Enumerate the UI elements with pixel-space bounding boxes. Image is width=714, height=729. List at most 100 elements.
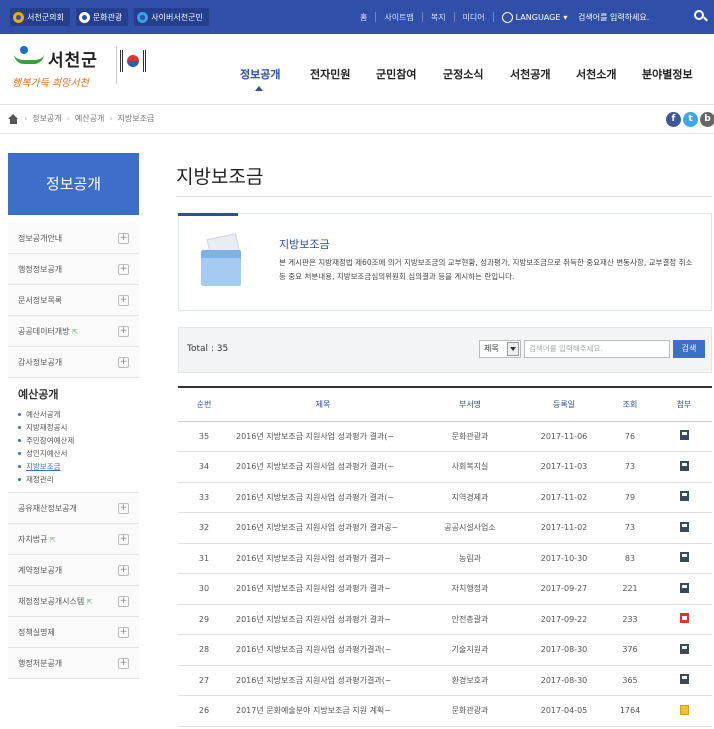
table-row[interactable]: 31 2016년 지방보조금 지원사업 성과평가 결과~ 농림과 2017-10-30… bbox=[178, 543, 712, 574]
row-title-link[interactable]: 2016년 지방보조금 지원사업 성과평가 결과(~ bbox=[230, 451, 416, 483]
table-row[interactable]: 29 2016년 지방보조금 지원사업 성과평가 결과~ 안전총괄과 2017-09-… bbox=[178, 604, 712, 635]
sidebar-subitem[interactable]: 예산서공개 bbox=[18, 408, 139, 421]
table-row[interactable]: 32 2016년 지방보조금 지원사업 성과평가 결과공~ 공공시설사업소 2017-… bbox=[178, 512, 712, 544]
sidebar-item[interactable]: 행정정보공개 + bbox=[8, 254, 139, 285]
gnb-disclosure[interactable]: 서천공개 bbox=[510, 66, 550, 82]
hwp-file-icon[interactable] bbox=[679, 521, 689, 532]
accent-bar bbox=[178, 213, 238, 216]
plus-icon[interactable]: + bbox=[118, 503, 129, 514]
pdf-file-icon[interactable] bbox=[679, 613, 689, 624]
sidebar-subitem[interactable]: 지방재정공시 bbox=[18, 421, 139, 434]
sidebar-item[interactable]: 공유재산정보공개 + bbox=[8, 493, 139, 524]
hwp-file-icon[interactable] bbox=[679, 460, 689, 471]
plus-icon[interactable]: + bbox=[118, 264, 129, 275]
twitter-icon[interactable]: t bbox=[683, 112, 698, 127]
hwp-file-icon[interactable] bbox=[679, 552, 689, 563]
gnb-about[interactable]: 서천소개 bbox=[576, 66, 616, 82]
home-icon[interactable] bbox=[8, 113, 19, 124]
sidebar-subitem-active[interactable]: 지방보조금 bbox=[18, 460, 139, 473]
welfare-link[interactable]: 복지 bbox=[431, 12, 446, 23]
table-header-row: 순번 제목 부서명 등록일 조회 첨부 bbox=[178, 386, 712, 422]
row-title-link[interactable]: 2016년 지방보조금 지원사업 성과평가 결과~ bbox=[230, 543, 416, 574]
blog-icon[interactable]: b bbox=[700, 112, 714, 127]
col-header-date: 등록일 bbox=[524, 386, 604, 422]
gnb-civil-service[interactable]: 전자민원 bbox=[310, 66, 350, 82]
sidebar-group-title[interactable]: 예산공개 bbox=[18, 386, 139, 402]
row-date: 2017-08-30 bbox=[524, 634, 604, 666]
facebook-icon[interactable]: f bbox=[666, 112, 681, 127]
plus-icon[interactable]: + bbox=[118, 233, 129, 244]
sidebar-item[interactable]: 정보공개안내 + bbox=[8, 223, 139, 254]
sidebar-subitem[interactable]: 주민참여예산제 bbox=[18, 434, 139, 447]
plus-icon[interactable]: + bbox=[118, 534, 129, 545]
council-label: 서천군의회 bbox=[27, 12, 64, 22]
row-views: 233 bbox=[604, 604, 656, 635]
board-search-bar: Total : 35 제목 검색어를 입력해주세요. 검색 bbox=[178, 327, 712, 373]
top-search-input[interactable]: 검색어를 입력하세요. bbox=[578, 8, 678, 26]
search-icon[interactable] bbox=[694, 10, 708, 23]
row-title-link[interactable]: 2016년 지방보조금 지원사업 성과평가결과(~ bbox=[230, 665, 416, 696]
search-field-select[interactable]: 제목 bbox=[479, 340, 521, 358]
hwp-file-icon[interactable] bbox=[679, 674, 689, 685]
sidebar-subitem[interactable]: 재정관리 bbox=[18, 473, 139, 486]
sidebar-item[interactable]: 감사정보공개 + bbox=[8, 347, 139, 378]
table-row[interactable]: 30 2016년 지방보조금 지원사업 성과평가 결과~ 자치행정과 2017-09-… bbox=[178, 573, 712, 605]
sidebar-item[interactable]: 계약정보공개 + bbox=[8, 555, 139, 586]
sidebar-item[interactable]: 자치법규 ⇱ + bbox=[8, 524, 139, 555]
plus-icon[interactable]: + bbox=[118, 658, 129, 669]
table-row[interactable]: 26 2017년 문화예술분야 지방보조금 지원 계획~ 문화관광과 2017-04-… bbox=[178, 695, 712, 727]
row-title-link[interactable]: 2016년 지방보조금 지원사업 성과평가결과(~ bbox=[230, 634, 416, 666]
hwp-file-icon[interactable] bbox=[679, 430, 689, 441]
gnb-news[interactable]: 군정소식 bbox=[443, 66, 483, 82]
plus-icon[interactable]: + bbox=[118, 627, 129, 638]
hwp-file-icon[interactable] bbox=[679, 582, 689, 593]
gnb-participation[interactable]: 군민참여 bbox=[376, 66, 416, 82]
breadcrumb-item[interactable]: 지방보조금 bbox=[118, 113, 155, 124]
plus-icon[interactable]: + bbox=[118, 565, 129, 576]
row-title-link[interactable]: 2016년 지방보조금 지원사업 성과평가 결과(~ bbox=[230, 482, 416, 513]
info-description: 본 게시판은 지방재정법 제60조에 의거 지방보조금의 교부현황, 성과평가,… bbox=[279, 258, 693, 281]
culture-tour-link[interactable]: 문화관광 bbox=[75, 8, 129, 26]
table-row[interactable]: 33 2016년 지방보조금 지원사업 성과평가 결과(~ 지역경제과 2017-11… bbox=[178, 482, 712, 513]
sidebar-item[interactable]: 공공데이터개방 ⇱ + bbox=[8, 316, 139, 347]
council-link[interactable]: 서천군의회 bbox=[10, 8, 70, 26]
row-attachment bbox=[656, 695, 712, 727]
gnb-by-field[interactable]: 분야별정보 bbox=[642, 66, 693, 82]
zip-file-icon[interactable] bbox=[679, 704, 689, 715]
plus-icon[interactable]: + bbox=[118, 357, 129, 368]
table-row[interactable]: 27 2016년 지방보조금 지원사업 성과평가결과(~ 환경보호과 2017-08-… bbox=[178, 665, 712, 696]
breadcrumb-item[interactable]: 정보공개 bbox=[32, 113, 61, 124]
hwp-file-icon[interactable] bbox=[679, 643, 689, 654]
site-logo[interactable]: 서천군 행복가득 희망서천 bbox=[8, 40, 158, 100]
media-link[interactable]: 미디어 bbox=[463, 12, 485, 23]
sidebar-item[interactable]: 재정정보공개시스템 ⇱ + bbox=[8, 586, 139, 617]
sidebar-item[interactable]: 정책실명제 + bbox=[8, 617, 139, 648]
row-views: 73 bbox=[604, 451, 656, 483]
sitemap-link[interactable]: 사이트맵 bbox=[384, 12, 413, 23]
row-title-link[interactable]: 2016년 지방보조금 지원사업 성과평가 결과공~ bbox=[230, 512, 416, 544]
row-title-link[interactable]: 2017년 문화예술분야 지방보조금 지원 계획~ bbox=[230, 695, 416, 727]
hwp-file-icon[interactable] bbox=[679, 491, 689, 502]
search-field-value: 제목 bbox=[484, 344, 499, 353]
row-department: 기술지원과 bbox=[416, 634, 524, 666]
plus-icon[interactable]: + bbox=[118, 596, 129, 607]
search-button[interactable]: 검색 bbox=[673, 340, 705, 358]
plus-icon[interactable]: + bbox=[118, 326, 129, 337]
home-link[interactable]: 홈 bbox=[360, 12, 367, 23]
cyber-citizen-link[interactable]: 사이버서천군민 bbox=[134, 8, 209, 26]
breadcrumb-item[interactable]: 예산공개 bbox=[75, 113, 104, 124]
row-title-link[interactable]: 2016년 지방보조금 지원사업 성과평가 결과(~ bbox=[230, 421, 416, 452]
sidebar-item[interactable]: 행정처분공개 + bbox=[8, 648, 139, 679]
row-title-link[interactable]: 2016년 지방보조금 지원사업 성과평가 결과~ bbox=[230, 604, 416, 635]
table-row[interactable]: 28 2016년 지방보조금 지원사업 성과평가결과(~ 기술지원과 2017-08-… bbox=[178, 634, 712, 666]
plus-icon[interactable]: + bbox=[118, 295, 129, 306]
sidebar-item[interactable]: 문서정보목록 + bbox=[8, 285, 139, 316]
language-selector[interactable]: LANGUAGE ▾ bbox=[501, 11, 567, 23]
table-row[interactable]: 35 2016년 지방보조금 지원사업 성과평가 결과(~ 문화관광과 2017-11… bbox=[178, 421, 712, 452]
table-row[interactable]: 34 2016년 지방보조금 지원사업 성과평가 결과(~ 사회복지실 2017-11… bbox=[178, 451, 712, 483]
social-share: f t b bbox=[666, 112, 714, 127]
search-input[interactable]: 검색어를 입력해주세요. bbox=[524, 340, 670, 358]
gnb-info-disclosure[interactable]: 정보공개 bbox=[240, 66, 280, 82]
sidebar-subitem[interactable]: 성인지예산서 bbox=[18, 447, 139, 460]
row-title-link[interactable]: 2016년 지방보조금 지원사업 성과평가 결과~ bbox=[230, 573, 416, 605]
